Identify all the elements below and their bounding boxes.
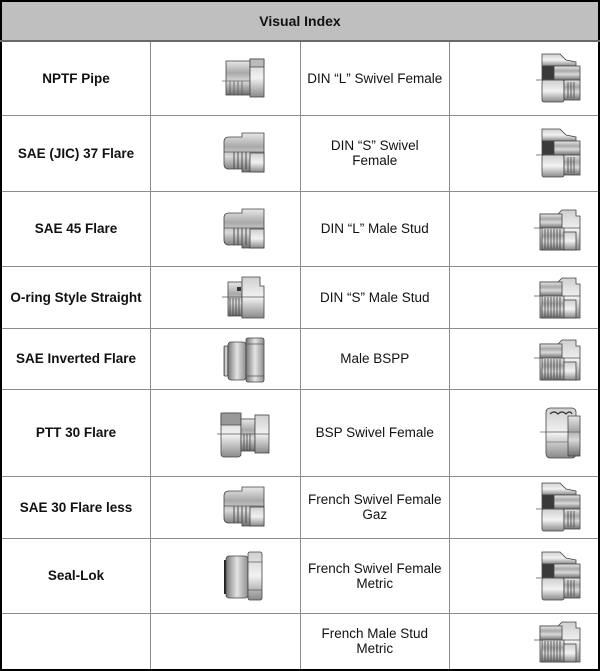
table-row: SAE (JIC) 37 Flare DIN “S” Swivel Female	[0, 114, 600, 192]
o-ring-straight-fitting-icon	[220, 272, 270, 322]
fitting-image-cell	[150, 265, 301, 329]
table-title: Visual Index	[1, 1, 599, 42]
fitting-image-cell	[449, 265, 600, 329]
table-body: NPTF Pipe DIN “L” Swivel Female SAE (JIC…	[0, 40, 600, 671]
fitting-name: DIN “L” Male Stud	[299, 190, 450, 267]
sae-inverted-flare-fitting-icon	[220, 334, 270, 384]
fitting-image-cell	[449, 537, 600, 614]
fitting-name: O-ring Style Straight	[0, 265, 151, 329]
din-s-male-stud-fitting-icon	[534, 274, 584, 320]
fitting-name: DIN “S” Swivel Female	[299, 114, 450, 192]
table-row: SAE Inverted Flare Male BSPP	[0, 327, 600, 390]
din-s-swivel-female-fitting-icon	[536, 125, 584, 181]
french-swivel-female-gaz-fitting-icon	[536, 479, 584, 535]
din-l-male-stud-fitting-icon	[534, 206, 584, 252]
ptt-30-flare-fitting-icon	[217, 405, 273, 461]
fitting-image-cell	[449, 612, 600, 671]
fitting-image-cell	[150, 114, 301, 192]
male-bspp-fitting-icon	[534, 336, 584, 382]
fitting-image-cell	[150, 40, 301, 116]
fitting-name: French Swivel Female Gaz	[299, 475, 450, 539]
fitting-name: SAE (JIC) 37 Flare	[0, 114, 151, 192]
fitting-name: SAE Inverted Flare	[0, 327, 151, 390]
bsp-swivel-female-fitting-icon	[540, 404, 584, 462]
din-l-swivel-female-fitting-icon	[536, 50, 584, 106]
nptf-pipe-fitting-icon	[220, 53, 270, 103]
fitting-name: DIN “S” Male Stud	[299, 265, 450, 329]
fitting-name: French Male Stud Metric	[299, 612, 450, 671]
fitting-image-cell	[449, 388, 600, 477]
fitting-name: Male BSPP	[299, 327, 450, 390]
fitting-image-cell	[449, 190, 600, 267]
fitting-image-cell	[150, 475, 301, 539]
table-row: O-ring Style Straight DIN “S” Male Stud	[0, 265, 600, 329]
fitting-name: French Swivel Female Metric	[299, 537, 450, 614]
table-row: SAE 45 Flare DIN “L” Male Stud	[0, 190, 600, 267]
fitting-image-cell	[449, 475, 600, 539]
french-swivel-female-metric-fitting-icon	[536, 548, 584, 604]
fitting-image-cell	[449, 327, 600, 390]
fitting-name: SAE 45 Flare	[0, 190, 151, 267]
fitting-name: SAE 30 Flare less	[0, 475, 151, 539]
fitting-name-empty	[0, 612, 151, 671]
sae-jic-37-flare-fitting-icon	[220, 128, 270, 178]
sae-30-flareless-fitting-icon	[220, 482, 270, 532]
fitting-name: DIN “L” Swivel Female	[299, 40, 450, 116]
visual-index-table: Visual Index NPTF Pipe DIN “L” Swivel Fe…	[0, 0, 600, 671]
fitting-name: BSP Swivel Female	[299, 388, 450, 477]
sae-45-flare-fitting-icon	[220, 204, 270, 254]
fitting-image-cell	[150, 327, 301, 390]
french-male-stud-metric-fitting-icon	[534, 618, 584, 664]
fitting-image-cell	[150, 190, 301, 267]
fitting-image-cell	[150, 537, 301, 614]
fitting-name: NPTF Pipe	[0, 40, 151, 116]
fitting-image-cell	[150, 388, 301, 477]
fitting-name: PTT 30 Flare	[0, 388, 151, 477]
table-row: Seal-Lok French Swivel Female Metric	[0, 537, 600, 614]
fitting-image-cell	[449, 114, 600, 192]
seal-lok-fitting-icon	[220, 550, 270, 602]
fitting-name: Seal-Lok	[0, 537, 151, 614]
table-row: SAE 30 Flare less French Swivel Female G…	[0, 475, 600, 539]
header-row: Visual Index	[1, 1, 599, 42]
table-row: NPTF Pipe DIN “L” Swivel Female	[0, 40, 600, 116]
table-row: French Male Stud Metric	[0, 612, 600, 671]
table-row: PTT 30 Flare BSP Swivel Female	[0, 388, 600, 477]
empty-image-cell	[150, 612, 301, 671]
fitting-image-cell	[449, 40, 600, 116]
